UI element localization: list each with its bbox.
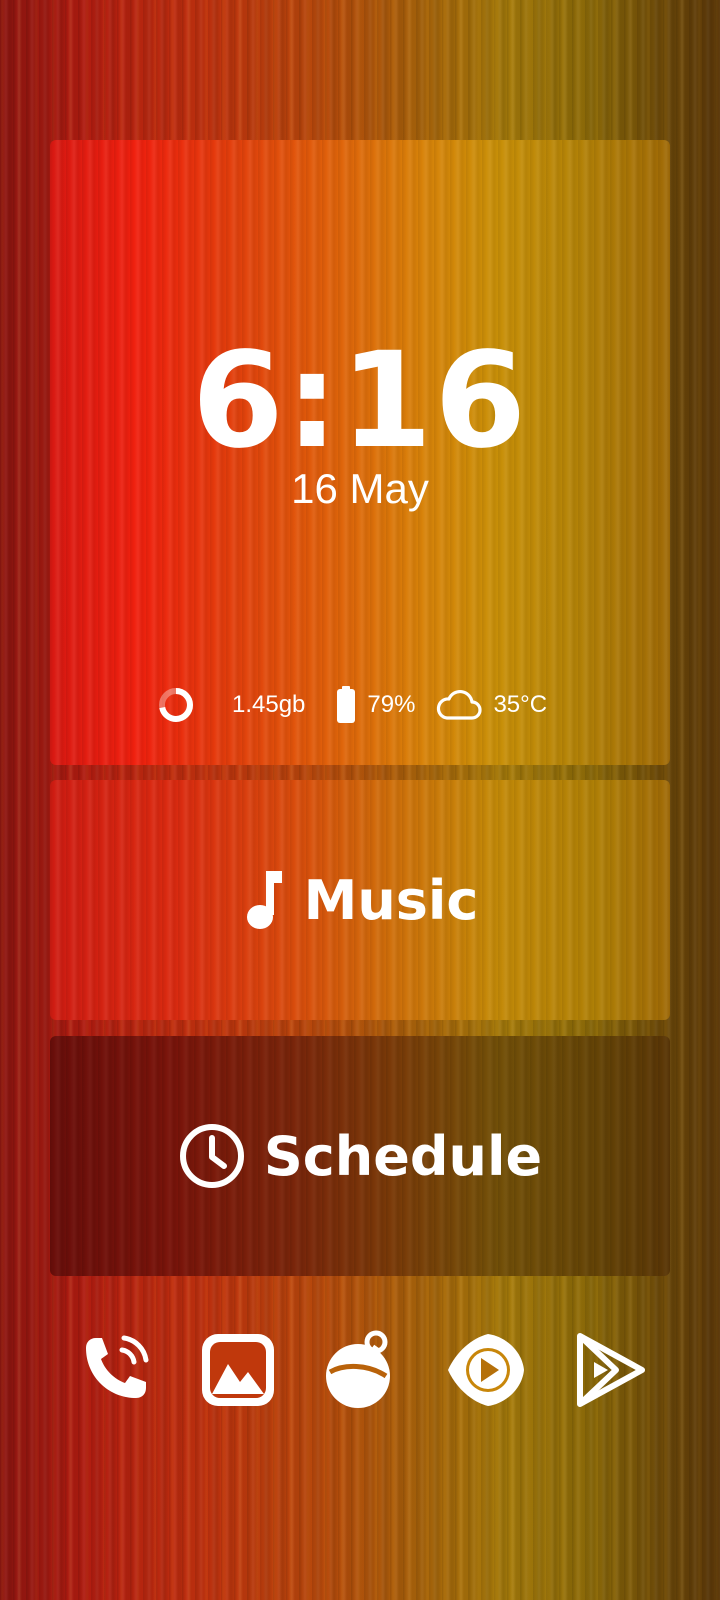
clock-icon bbox=[178, 1122, 246, 1190]
clock-widget[interactable]: 6:16 16 May 1.45gb 79% 35°C bbox=[50, 140, 670, 765]
schedule-label-row: Schedule bbox=[50, 1036, 670, 1276]
status-row: 1.45gb 79% 35°C bbox=[156, 683, 547, 727]
ram-ring-icon bbox=[156, 685, 196, 725]
schedule-widget[interactable]: Schedule bbox=[50, 1036, 670, 1276]
music-label-row: Music bbox=[50, 780, 670, 1020]
camera-icon[interactable] bbox=[320, 1328, 404, 1412]
youtube-icon[interactable] bbox=[444, 1328, 528, 1412]
music-note-icon bbox=[242, 869, 286, 931]
clock-date: 16 May bbox=[291, 465, 429, 512]
phone-icon[interactable] bbox=[72, 1328, 156, 1412]
gallery-icon[interactable] bbox=[196, 1328, 280, 1412]
schedule-label: Schedule bbox=[263, 1124, 543, 1188]
app-dock bbox=[72, 1328, 652, 1412]
ram-value: 1.45gb bbox=[232, 691, 306, 718]
music-widget[interactable]: Music bbox=[50, 780, 670, 1020]
clock-time: 6:16 bbox=[191, 324, 529, 478]
music-label: Music bbox=[303, 868, 479, 932]
weather-temp: 35°C bbox=[493, 691, 548, 718]
battery-value: 79% bbox=[367, 691, 416, 718]
battery-icon bbox=[335, 685, 357, 725]
play-store-icon[interactable] bbox=[568, 1328, 652, 1412]
cloud-icon bbox=[435, 687, 483, 723]
